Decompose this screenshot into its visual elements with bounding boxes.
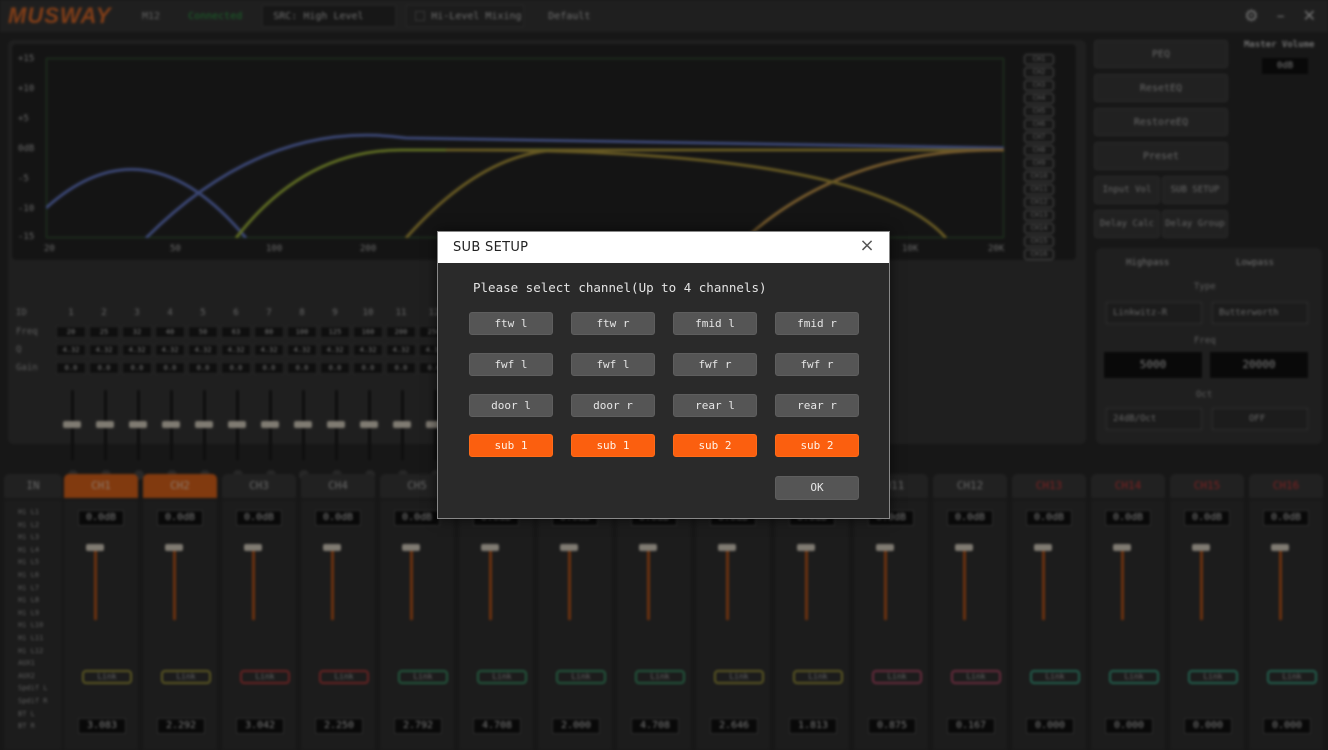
channel-button-fwf-r[interactable]: fwf r [673,353,757,376]
channel-button-fwf-l[interactable]: fwf l [469,353,553,376]
dialog-header: SUB SETUP × [438,232,889,263]
channel-button-door-r[interactable]: door r [571,394,655,417]
channel-button-fmid-l[interactable]: fmid l [673,312,757,335]
channel-button-sub-2[interactable]: sub 2 [673,434,757,457]
channel-button-ftw-r[interactable]: ftw r [571,312,655,335]
close-icon[interactable]: × [856,235,878,257]
channel-button-sub-1[interactable]: sub 1 [469,434,553,457]
channel-button-sub-1-2[interactable]: sub 1 [571,434,655,457]
channel-button-ftw-l[interactable]: ftw l [469,312,553,335]
channel-button-fwf-l-2[interactable]: fwf l [571,353,655,376]
channel-button-sub-2-2[interactable]: sub 2 [775,434,859,457]
channel-button-rear-r[interactable]: rear r [775,394,859,417]
ok-button[interactable]: OK [775,476,859,500]
channel-button-door-l[interactable]: door l [469,394,553,417]
channel-button-rear-l[interactable]: rear l [673,394,757,417]
channel-button-fwf-r-2[interactable]: fwf r [775,353,859,376]
sub-setup-dialog: SUB SETUP × Please select channel(Up to … [437,231,890,519]
dialog-title: SUB SETUP [453,240,529,255]
channel-button-fmid-r[interactable]: fmid r [775,312,859,335]
dialog-message: Please select channel(Up to 4 channels) [473,280,767,295]
